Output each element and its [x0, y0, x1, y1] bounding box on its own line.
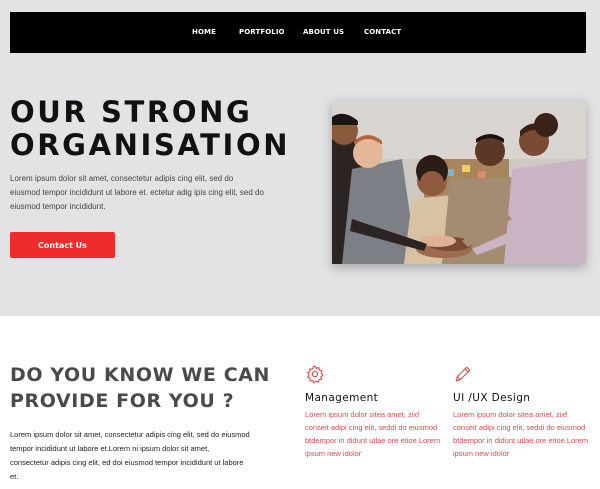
hero-title: OUR STRONG ORGANISATION: [10, 96, 310, 162]
hero-title-line2: ORGANISATION: [10, 128, 291, 162]
service-description: Lorem ipsum dolor sitea amet, zixf conse…: [453, 410, 589, 458]
gear-icon: [306, 365, 324, 384]
partial-service-icon: [453, 484, 469, 489]
team-photo: [332, 99, 586, 264]
service-title: Management: [305, 392, 379, 404]
hero-title-line1: OUR STRONG: [10, 95, 253, 129]
hero-description: Lorem ipsum dolor sit amet, consectetur …: [10, 174, 264, 211]
service-ui-ux: UI /UX Design Lorem ipsum dolor sitea am…: [453, 364, 593, 460]
nav-portfolio[interactable]: PORTFOLIO: [239, 28, 285, 36]
pencil-icon: [455, 366, 471, 382]
intro-description: Lorem ipsum dolor sit amet, consectetur …: [10, 430, 250, 481]
contact-us-button[interactable]: Contact Us: [10, 232, 115, 258]
nav-contact[interactable]: CONTACT: [364, 28, 401, 36]
top-nav: HOME PORTFOLIO ABOUT US CONTACT: [10, 12, 586, 53]
hero-section: HOME PORTFOLIO ABOUT US CONTACT OUR STRO…: [0, 0, 600, 316]
intro-title: DO YOU KNOW WE CAN PROVIDE FOR YOU ?: [10, 364, 271, 412]
partial-service-icon: [305, 484, 321, 489]
team-hands-stacked-photo-icon: [332, 99, 586, 264]
service-management: Management Lorem ipsum dolor sitea amet,…: [305, 364, 445, 460]
nav-about-us[interactable]: ABOUT US: [303, 28, 344, 36]
nav-home[interactable]: HOME: [192, 28, 216, 36]
service-title: UI /UX Design: [453, 392, 531, 404]
service-description: Lorem ipsum dolor sitea amet, zixf conse…: [305, 410, 441, 458]
